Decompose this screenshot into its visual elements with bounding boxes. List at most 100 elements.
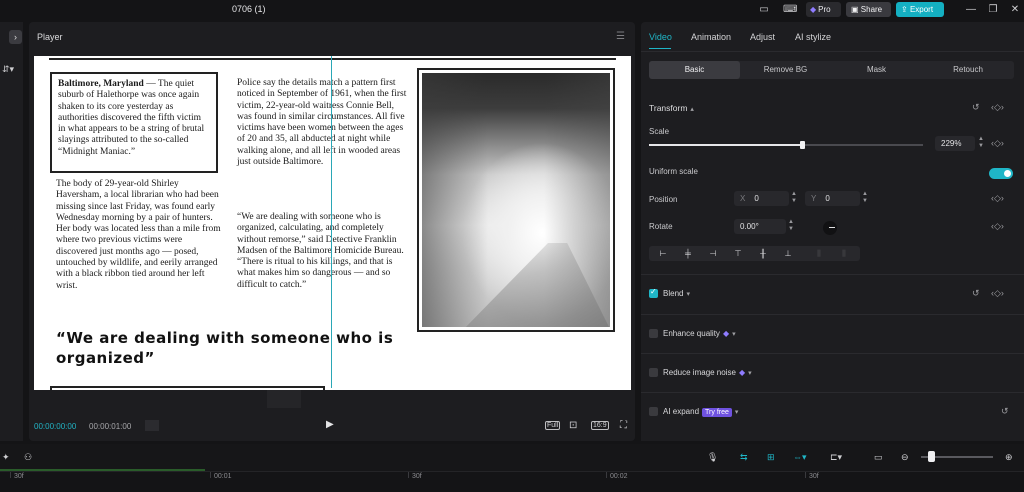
close-icon[interactable]: ✕ [1008, 4, 1022, 15]
scale-input[interactable]: 229% [935, 136, 975, 151]
ai-expand-reset-icon[interactable]: ↺ [1001, 406, 1009, 417]
align-bottom-icon[interactable]: ⊥ [776, 246, 800, 261]
microphone-icon[interactable]: 🎙 [707, 451, 718, 463]
position-y-input[interactable]: Y0 [805, 191, 860, 206]
transform-title: Transform [649, 103, 688, 113]
tab-video[interactable]: Video [649, 32, 672, 42]
linkage-icon[interactable]: ⇔▾ [793, 451, 807, 463]
export-label: Export [909, 5, 934, 14]
ai-expand-checkbox[interactable] [649, 407, 658, 416]
play-icon[interactable]: ▶ [326, 418, 338, 432]
chevron-down-icon: ▾ [734, 409, 739, 416]
add-person-icon[interactable]: ⚇ [24, 451, 32, 463]
rotate-dial[interactable] [823, 221, 837, 235]
scale-stepper-icon[interactable]: ▲ ▼ [977, 136, 985, 151]
tab-adjust[interactable]: Adjust [750, 32, 775, 42]
auto-snap-icon[interactable]: ⊞ [767, 451, 775, 463]
align-center-v-icon[interactable]: ╫ [751, 246, 775, 261]
blend-checkbox[interactable] [649, 287, 658, 298]
enhance-quality-title[interactable]: Enhance quality ◆ ▾ [663, 329, 736, 338]
top-bar: 0706 (1) ▭ ⌨ ◆ Pro ▣ Share ⇪ Export — ❐ ✕ [0, 0, 1024, 20]
preview-axis-icon[interactable]: ⊏▾ [830, 451, 842, 463]
scale-slider[interactable] [649, 141, 923, 149]
blend-keyframe-icon[interactable]: ‹◇› [991, 288, 1004, 299]
sort-filter-icon[interactable]: ⇵▾ [2, 64, 14, 75]
scale-slider-knob[interactable] [800, 141, 805, 149]
zoom-in-icon[interactable]: ⊕ [1005, 451, 1013, 463]
zoom-slider-knob[interactable] [928, 451, 935, 462]
subtab-remove-bg[interactable]: Remove BG [740, 61, 831, 79]
rotate-stepper-icon[interactable]: ▲ ▼ [787, 219, 795, 234]
distribute-h-icon[interactable]: ⫼ [807, 246, 831, 261]
subtab-basic[interactable]: Basic [649, 61, 740, 79]
share-label: Share [860, 5, 883, 14]
export-button[interactable]: ⇪ Export [896, 2, 944, 17]
menu-icon[interactable]: ☰ [616, 31, 625, 42]
active-tab-indicator [649, 48, 671, 49]
tab-ai-stylize[interactable]: AI stylize [795, 32, 831, 42]
ruler-tick [10, 472, 11, 478]
scale-slider-fill [649, 144, 802, 146]
restore-icon[interactable]: ❐ [986, 4, 1000, 15]
pro-label: Pro [818, 5, 831, 14]
rotate-input[interactable]: 0.00° [734, 219, 786, 234]
expand-arrow-icon[interactable]: › [9, 30, 22, 44]
pro-gem-icon: ◆ [722, 329, 730, 338]
reduce-noise-title[interactable]: Reduce image noise ◆ ▾ [663, 368, 752, 377]
preview-canvas[interactable]: Baltimore, Maryland — The quiet suburb o… [34, 56, 631, 390]
rotate-value: 0.00° [740, 222, 759, 231]
pro-button[interactable]: ◆ Pro [806, 2, 841, 17]
ruler-label-5: 30f [809, 473, 819, 480]
layout-icon[interactable]: ▭ [757, 4, 771, 15]
scale-value: 229% [941, 139, 962, 148]
uniform-scale-toggle[interactable] [989, 168, 1013, 179]
screenshot-icon[interactable]: ⊡ [569, 420, 577, 432]
gem-icon: ◆ [810, 5, 817, 14]
keyboard-icon[interactable]: ⌨ [783, 4, 797, 15]
tab-animation[interactable]: Animation [691, 32, 731, 42]
subtab-retouch[interactable]: Retouch [922, 61, 1014, 79]
align-top-icon[interactable]: ⊤ [726, 246, 750, 261]
blend-reset-icon[interactable]: ↺ [972, 288, 980, 299]
zoom-out-icon[interactable]: ⊖ [901, 451, 909, 463]
pro-gem-icon: ◆ [738, 368, 746, 377]
reset-icon[interactable]: ↺ [972, 102, 980, 113]
chevron-up-icon: ▴ [690, 106, 694, 113]
scale-keyframe-icon[interactable]: ‹◇› [991, 138, 1004, 149]
section-divider [641, 314, 1024, 315]
position-x-stepper-icon[interactable]: ▲ ▼ [790, 191, 798, 206]
position-keyframe-icon[interactable]: ‹◇› [991, 193, 1004, 204]
fullscreen-icon[interactable]: ⛶ [620, 420, 627, 432]
position-x-input[interactable]: X0 [734, 191, 789, 206]
ruler-label-4: 00:02 [610, 473, 628, 480]
ai-expand-title[interactable]: AI expand Try free ▾ [663, 407, 738, 417]
align-center-h-icon[interactable]: ╪ [676, 246, 700, 261]
align-right-icon[interactable]: ⊣ [701, 246, 725, 261]
subtab-mask[interactable]: Mask [831, 61, 922, 79]
position-label: Position [649, 195, 678, 204]
align-left-icon[interactable]: ⊢ [651, 246, 675, 261]
reduce-noise-checkbox[interactable] [649, 368, 658, 377]
article-column-1: The body of 29-year-old Shirley Haversha… [56, 179, 221, 291]
keyframe-icon[interactable]: ‹◇› [991, 102, 1004, 113]
position-y-stepper-icon[interactable]: ▲ ▼ [861, 191, 869, 206]
magic-wand-icon[interactable]: ✦ [2, 451, 10, 463]
main-track-magnet-icon[interactable]: ⇆ [740, 451, 748, 463]
share-button[interactable]: ▣ Share [846, 2, 891, 17]
preview-scroll-thumb[interactable] [267, 390, 301, 408]
position-y-value: 0 [825, 194, 830, 203]
enhance-quality-checkbox[interactable] [649, 329, 658, 338]
distribute-v-icon[interactable]: ⫼ [832, 246, 856, 261]
blend-section-title[interactable]: Blend ▾ [663, 289, 690, 298]
caption-icon[interactable]: ▭ [874, 451, 883, 463]
transform-section-title[interactable]: Transform ▴ [649, 103, 694, 113]
timeline-ruler[interactable]: 30f 00:01 30f 00:02 30f [0, 471, 1024, 492]
section-divider [641, 353, 1024, 354]
timecode-total: 00:00:01:00 [89, 422, 132, 431]
minimize-icon[interactable]: — [964, 4, 978, 15]
full-quality-button[interactable]: Full [545, 420, 561, 432]
rotate-keyframe-icon[interactable]: ‹◇› [991, 221, 1004, 232]
playhead[interactable] [331, 56, 332, 388]
article-lede-box: Baltimore, Maryland — The quiet suburb o… [50, 72, 218, 173]
aspect-ratio-button[interactable]: 16:9 [591, 420, 609, 432]
